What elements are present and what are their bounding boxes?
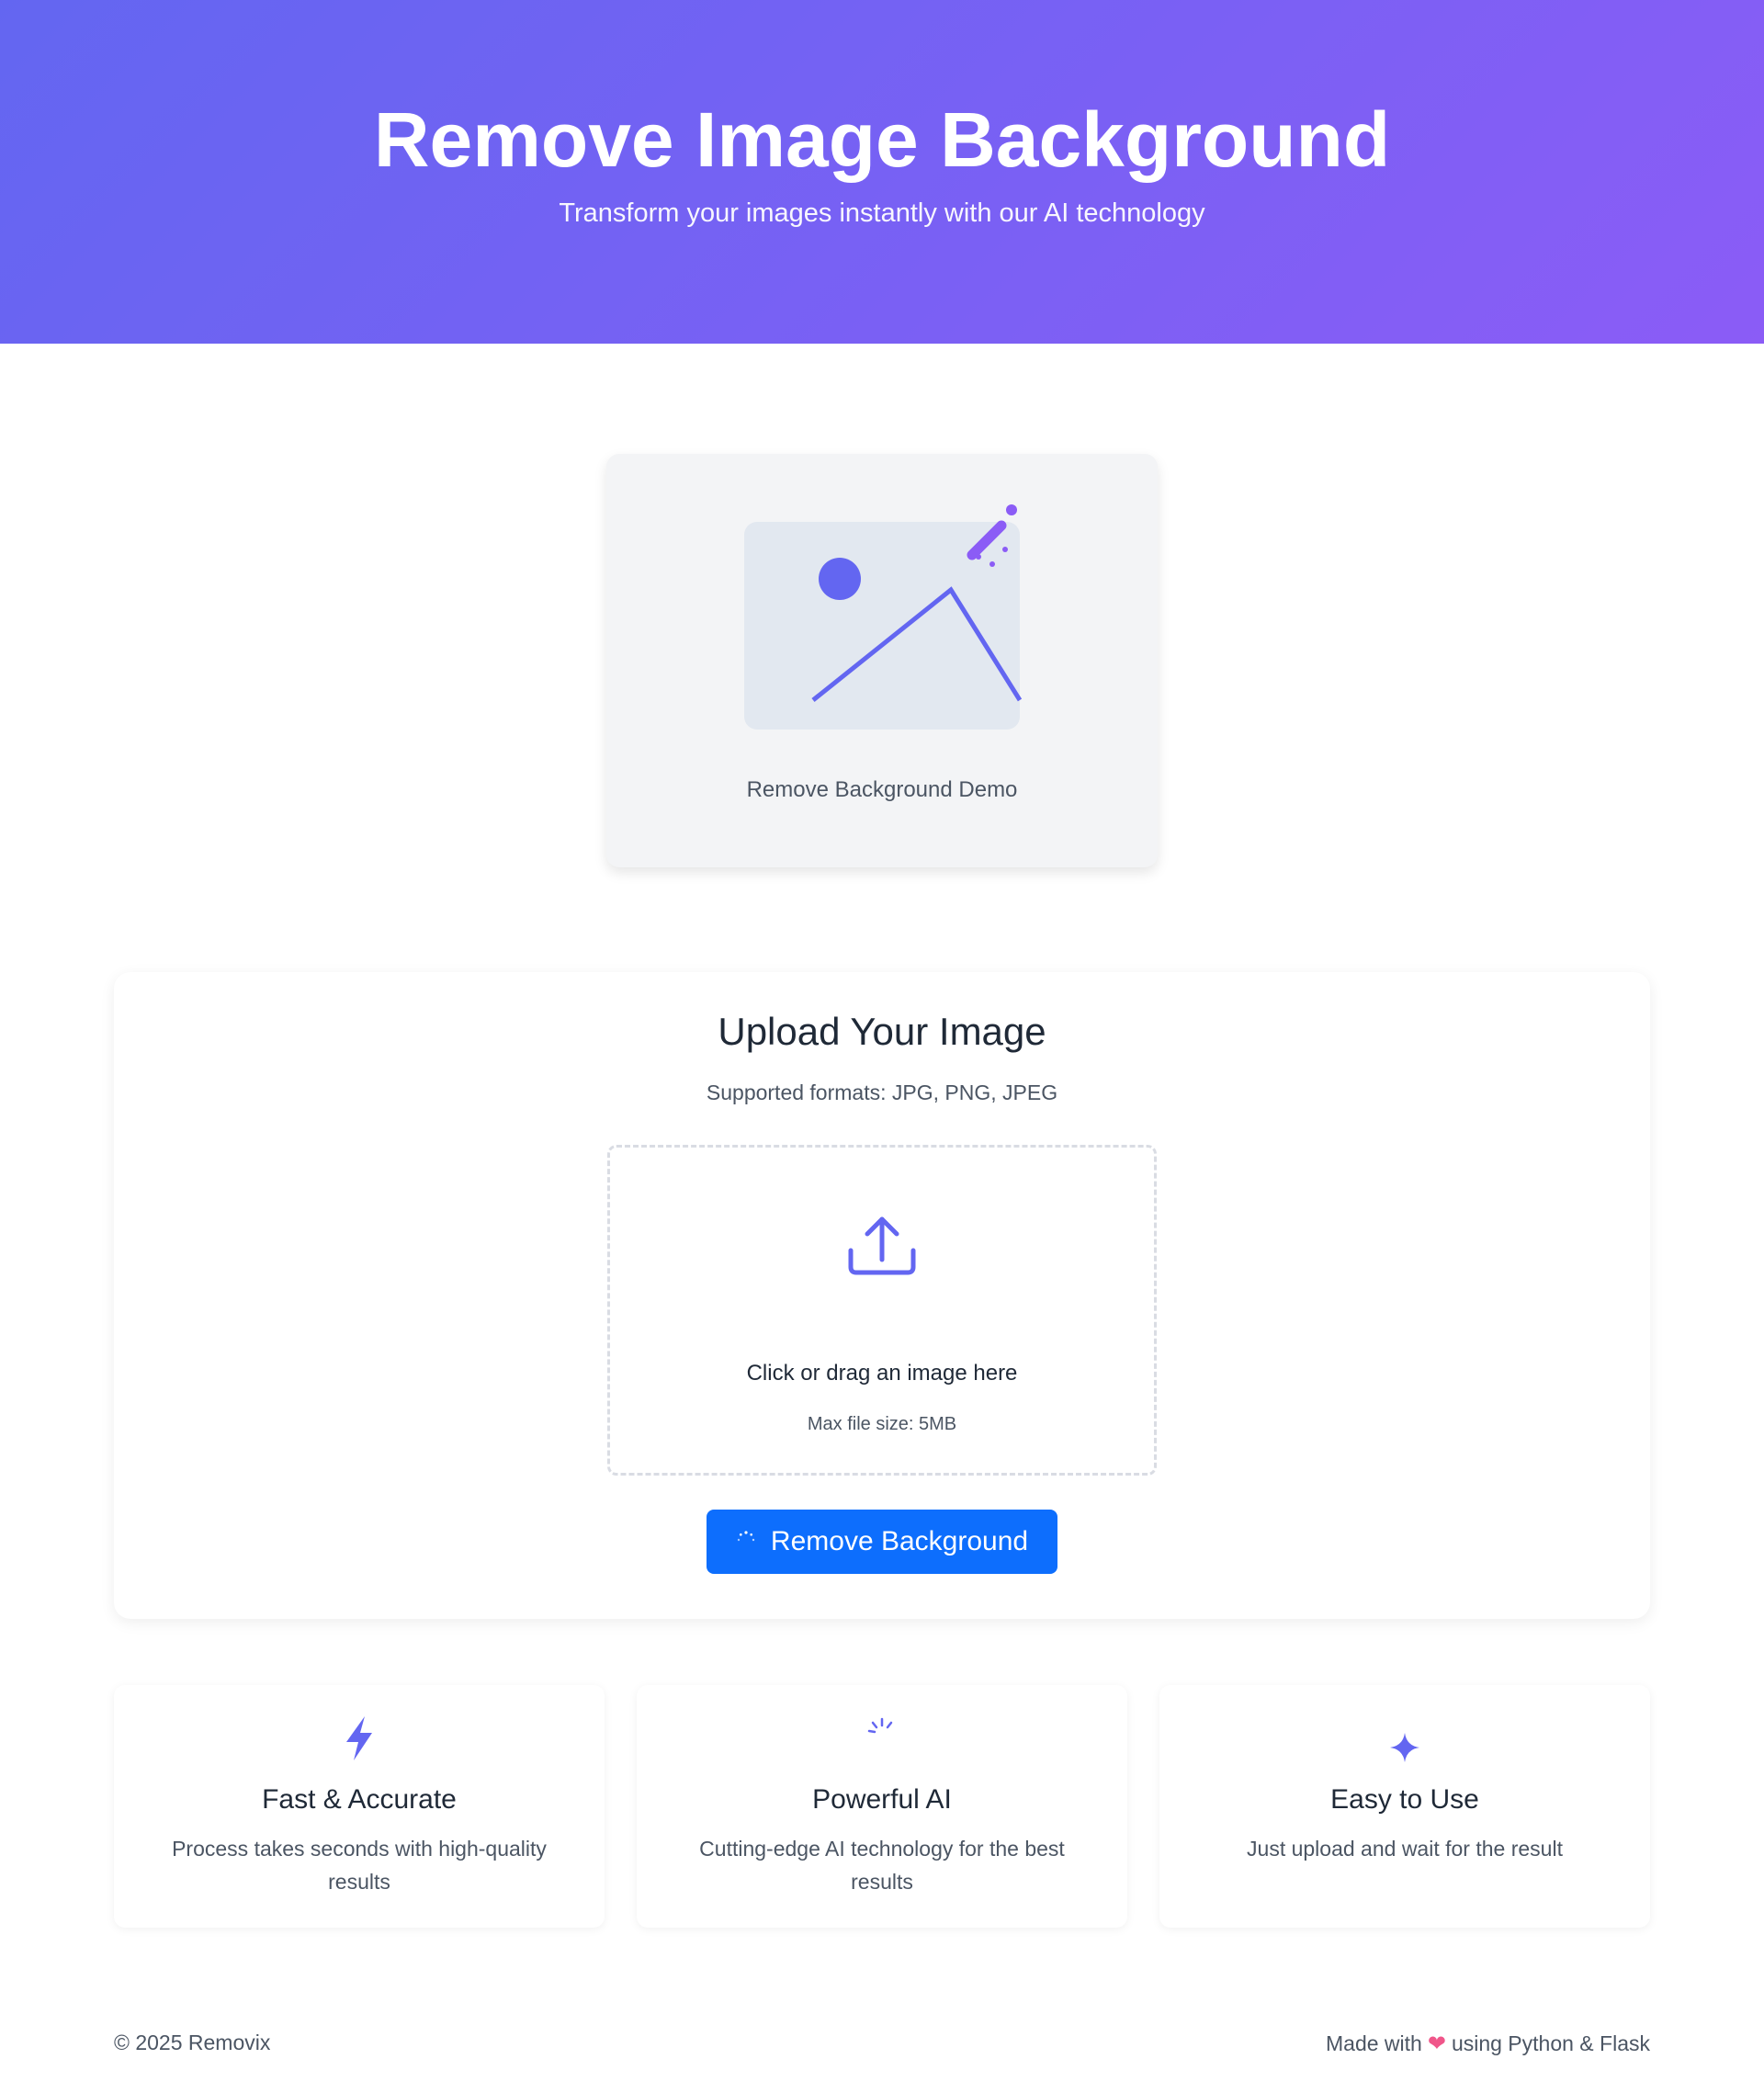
hero-banner: Remove Image Background Transform your i… xyxy=(0,0,1764,344)
footer-credits: Made with ❤ using Python & Flask xyxy=(1326,2031,1650,2057)
drop-instruction: Click or drag an image here xyxy=(746,1361,1018,1386)
sparkle-icon xyxy=(1390,1733,1419,1762)
feature-title: Easy to Use xyxy=(1330,1784,1479,1815)
upload-dropzone[interactable]: Click or drag an image here Max file siz… xyxy=(607,1145,1157,1476)
remove-background-button[interactable]: Remove Background xyxy=(707,1510,1057,1574)
upload-icon xyxy=(848,1216,916,1275)
lightning-icon xyxy=(346,1716,372,1760)
page-title: Remove Image Background xyxy=(373,96,1391,183)
feature-description: Process takes seconds with high-quality … xyxy=(172,1837,547,1894)
upload-title: Upload Your Image xyxy=(718,1010,1046,1053)
image-wand-icon xyxy=(744,504,1023,730)
feature-description: Just upload and wait for the result xyxy=(1247,1837,1563,1861)
button-label: Remove Background xyxy=(770,1526,1029,1556)
spinner-icon xyxy=(736,1526,756,1546)
made-with-suffix: using Python & Flask xyxy=(1451,2031,1650,2055)
feature-card-ai: Powerful AI Cutting-edge AI technology f… xyxy=(637,1685,1127,1928)
spinner-icon xyxy=(867,1717,893,1734)
demo-card: Remove Background Demo xyxy=(606,454,1158,867)
footer-copyright: © 2025 Removix xyxy=(114,2031,271,2054)
feature-card-fast: Fast & Accurate Process takes seconds wi… xyxy=(114,1685,605,1928)
supported-formats: Supported formats: JPG, PNG, JPEG xyxy=(706,1080,1058,1104)
demo-label: Remove Background Demo xyxy=(746,777,1018,802)
upload-card: Upload Your Image Supported formats: JPG… xyxy=(114,972,1650,1619)
feature-title: Fast & Accurate xyxy=(262,1784,457,1815)
feature-card-easy: Easy to Use Just upload and wait for the… xyxy=(1159,1685,1650,1928)
hero-subtitle: Transform your images instantly with our… xyxy=(559,198,1205,228)
feature-title: Powerful AI xyxy=(812,1784,952,1815)
heart-icon: ❤ xyxy=(1427,2031,1446,2056)
max-file-size: Max file size: 5MB xyxy=(807,1414,957,1434)
made-with-prefix: Made with xyxy=(1326,2031,1422,2055)
feature-description: Cutting-edge AI technology for the best … xyxy=(699,1837,1065,1894)
